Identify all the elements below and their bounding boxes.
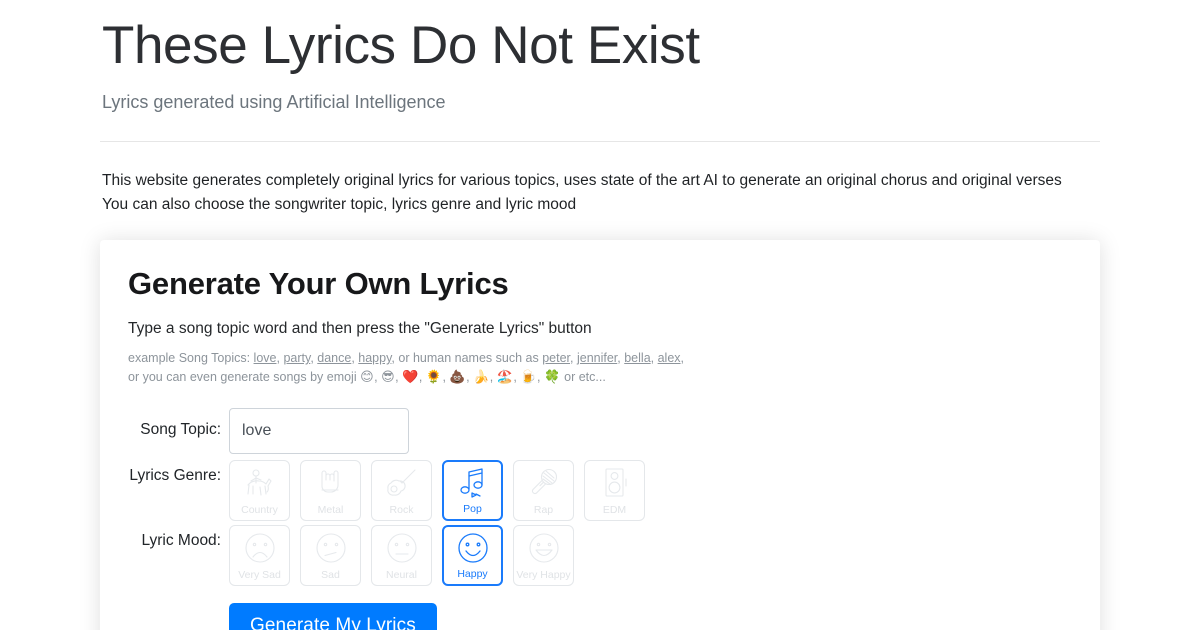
face-happy-icon — [444, 527, 501, 569]
mood-tile-group: Very Sad Sad Neural Happy Very Happy — [229, 525, 574, 587]
example-emoji-heart[interactable]: ❤️ — [402, 370, 419, 385]
genre-option-pop-label: Pop — [463, 502, 482, 515]
hint-middle: , or human names such as — [391, 351, 543, 366]
song-topic-input[interactable] — [229, 408, 409, 455]
page-subtitle: Lyrics generated using Artificial Intell… — [102, 91, 446, 112]
mood-option-sad[interactable]: Sad — [300, 525, 361, 587]
genre-option-rap[interactable]: Rap — [513, 460, 574, 522]
mood-option-neural-label: Neural — [386, 568, 417, 581]
genre-option-rap-label: Rap — [533, 503, 554, 516]
electric-guitar-icon — [372, 461, 431, 505]
lyric-mood-row: Lyric Mood: Very Sad Sad Neural Happy Ve… — [128, 525, 1070, 587]
lyric-mood-label: Lyric Mood: — [141, 532, 221, 550]
music-notes-icon — [444, 462, 501, 504]
card-title: Generate Your Own Lyrics — [128, 266, 509, 302]
hint-emoji-suffix: or etc... — [560, 369, 606, 384]
genre-option-pop[interactable]: Pop — [442, 460, 503, 522]
face-very-sad-icon — [230, 526, 289, 570]
card-subtitle: Type a song topic word and then press th… — [128, 320, 592, 338]
example-name-alex[interactable]: alex — [658, 351, 681, 365]
example-emoji-smile[interactable]: 😊 — [360, 370, 374, 385]
mood-option-sad-label: Sad — [321, 568, 340, 581]
horse-rider-icon — [230, 461, 289, 505]
generator-card: Generate Your Own Lyrics Type a song top… — [100, 240, 1100, 630]
intro-line-2: You can also choose the songwriter topic… — [102, 196, 577, 214]
header-divider — [100, 141, 1100, 143]
mood-option-very-happy-label: Very Happy — [516, 568, 571, 581]
mood-option-very-sad[interactable]: Very Sad — [229, 525, 290, 587]
example-topic-dance[interactable]: dance — [317, 351, 351, 365]
example-emoji-sunflower[interactable]: 🌻 — [426, 370, 443, 385]
page-root: These Lyrics Do Not Exist Lyrics generat… — [0, 0, 1200, 630]
submit-row: Generate My Lyrics — [128, 603, 1070, 630]
hint-emoji-prefix: or you can even generate songs by emoji — [128, 369, 361, 384]
microphone-icon — [514, 461, 573, 505]
face-very-happy-icon — [514, 526, 573, 570]
lyrics-genre-label: Lyrics Genre: — [129, 467, 221, 485]
genre-option-rock-label: Rock — [389, 503, 414, 516]
rock-horns-hand-icon — [301, 461, 360, 505]
mood-option-neural[interactable]: Neural — [371, 525, 432, 587]
example-emoji-poop[interactable]: 💩 — [449, 370, 466, 385]
example-topic-happy[interactable]: happy — [358, 351, 391, 365]
intro-line-1: This website generates completely origin… — [102, 172, 1062, 190]
face-neutral-icon — [372, 526, 431, 570]
example-emoji-beach[interactable]: 🏖️ — [497, 370, 514, 385]
genre-tile-group: Country Metal Rock Pop Rap EDM — [229, 460, 645, 522]
example-emoji-banana[interactable]: 🍌 — [473, 370, 490, 385]
genre-option-edm-label: EDM — [602, 503, 627, 516]
hint-line-2: or you can even generate songs by emoji … — [128, 369, 606, 385]
mood-option-happy-label: Happy — [457, 567, 488, 580]
page-container: These Lyrics Do Not Exist Lyrics generat… — [100, 0, 1100, 630]
mood-option-very-sad-label: Very Sad — [238, 568, 281, 581]
hint-prefix: example Song Topics: — [128, 351, 254, 366]
genre-option-edm[interactable]: EDM — [584, 460, 645, 522]
example-name-peter[interactable]: peter — [542, 351, 570, 365]
genre-option-rock[interactable]: Rock — [371, 460, 432, 522]
mood-option-happy[interactable]: Happy — [442, 525, 503, 587]
lyrics-form: Song Topic: Lyrics Genre: — [128, 408, 1070, 630]
example-topic-love[interactable]: love — [254, 351, 277, 365]
song-topic-row: Song Topic: — [128, 408, 1070, 455]
face-sad-icon — [301, 526, 360, 570]
generate-lyrics-button[interactable]: Generate My Lyrics — [229, 603, 437, 630]
lyrics-genre-row: Lyrics Genre: Country Metal Rock Pop Rap… — [128, 460, 1070, 522]
genre-option-country[interactable]: Country — [229, 460, 290, 522]
example-name-bella[interactable]: bella — [624, 351, 650, 365]
example-emoji-beer[interactable]: 🍺 — [520, 370, 537, 385]
page-title: These Lyrics Do Not Exist — [102, 16, 700, 75]
example-topics-hint: example Song Topics: love, party, dance,… — [128, 349, 1070, 387]
genre-option-metal[interactable]: Metal — [300, 460, 361, 522]
mood-option-very-happy[interactable]: Very Happy — [513, 525, 574, 587]
speaker-icon — [585, 461, 644, 505]
example-topic-party[interactable]: party — [283, 351, 310, 365]
example-emoji-clover[interactable]: 🍀 — [544, 370, 561, 385]
example-name-jennifer[interactable]: jennifer — [577, 351, 617, 365]
example-emoji-sunglasses[interactable]: 😎 — [381, 370, 395, 385]
intro-text: This website generates completely origin… — [102, 169, 1100, 217]
genre-option-metal-label: Metal — [317, 503, 344, 516]
hint-line-1: example Song Topics: love, party, dance,… — [128, 351, 685, 366]
genre-option-country-label: Country — [241, 503, 278, 516]
song-topic-label: Song Topic: — [140, 421, 221, 439]
submit-spacer — [128, 603, 229, 630]
